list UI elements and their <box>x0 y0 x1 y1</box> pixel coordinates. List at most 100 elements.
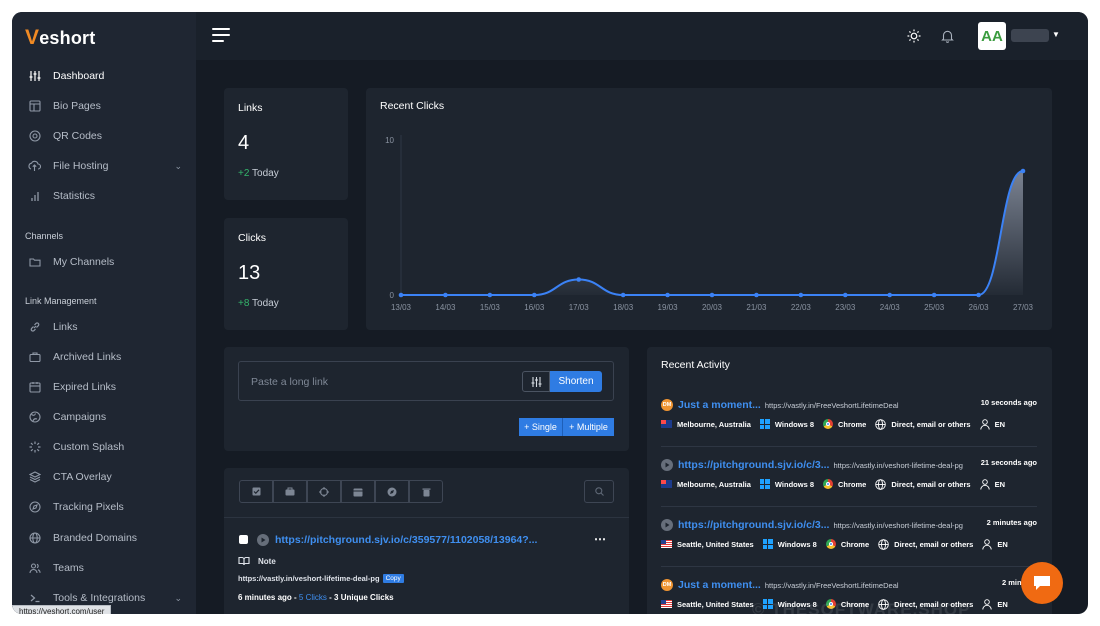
windows-icon <box>759 479 770 489</box>
compass-icon <box>387 487 397 496</box>
sidebar-item-expired-links[interactable]: Expired Links <box>12 374 196 400</box>
logo[interactable]: Veshort <box>25 26 95 50</box>
data-point[interactable] <box>887 292 893 298</box>
cloud-upload-icon <box>28 160 41 173</box>
x-tick-label: 19/03 <box>658 303 679 312</box>
x-tick-label: 27/03 <box>1013 303 1034 312</box>
divider <box>224 517 629 518</box>
data-point[interactable] <box>487 292 493 298</box>
long-link-input[interactable]: Paste a long link Shorten <box>238 361 614 401</box>
activity-referrer: Direct, email or others <box>891 419 971 429</box>
sidebar-item-dashboard[interactable]: Dashboard <box>12 63 196 89</box>
data-point[interactable] <box>931 292 937 298</box>
user-icon <box>982 538 993 550</box>
caret-down-icon[interactable]: ▼ <box>1052 30 1060 39</box>
crosshair-button[interactable] <box>307 480 341 503</box>
activity-link-title[interactable]: Just a moment... <box>678 399 761 411</box>
data-point[interactable] <box>976 292 981 298</box>
calendar-button[interactable] <box>341 480 375 503</box>
activity-divider <box>661 566 1037 567</box>
activity-header: DM Just a moment... https://vastly.in/Fr… <box>661 578 1037 592</box>
sidebar-item-links[interactable]: Links <box>12 314 196 340</box>
globe-icon <box>28 532 41 545</box>
data-point[interactable] <box>576 277 582 282</box>
archive-button[interactable] <box>273 480 307 503</box>
x-tick-label: 14/03 <box>435 303 456 312</box>
multiple-button[interactable]: + Multiple <box>563 418 614 436</box>
sidebar-item-label: Tools & Integrations <box>53 592 146 604</box>
theme-toggle-icon[interactable] <box>907 29 921 46</box>
sidebar-item-cta-overlay[interactable]: CTA Overlay <box>12 464 196 490</box>
activity-short-url: https://vastly.in/veshort-lifetime-deal-… <box>833 520 963 530</box>
sidebar-item-file-hosting[interactable]: File Hosting ⌄ <box>12 153 196 179</box>
shortener-card: Paste a long link Shorten + Single + Mul… <box>224 347 629 451</box>
data-point[interactable] <box>620 292 626 298</box>
username-redacted[interactable] <box>1011 29 1049 42</box>
sidebar-item-qr-codes[interactable]: QR Codes <box>12 123 196 149</box>
data-point[interactable] <box>842 292 848 298</box>
x-tick-label: 13/03 <box>391 303 412 312</box>
options-button[interactable] <box>522 371 550 392</box>
links-stat-label: Links <box>238 102 263 114</box>
x-tick-label: 20/03 <box>702 303 723 312</box>
browser-status-url: https://veshort.com/user <box>12 605 112 614</box>
calendar-icon <box>353 488 363 496</box>
menu-toggle-icon[interactable] <box>212 28 230 42</box>
activity-short-url: https://vastly.in/veshort-lifetime-deal-… <box>833 460 963 470</box>
x-tick-label: 22/03 <box>791 303 812 312</box>
link-note: Note <box>238 556 276 566</box>
link-title[interactable]: https://pitchground.sjv.io/c/359577/1102… <box>275 534 537 546</box>
activity-os: Windows 8 <box>774 479 815 489</box>
link-checkbox[interactable] <box>239 535 248 544</box>
sidebar-item-statistics[interactable]: Statistics <box>12 183 196 209</box>
sidebar-item-tracking-pixels[interactable]: Tracking Pixels <box>12 494 196 520</box>
recent-activity-card: Recent Activity DM Just a moment... http… <box>647 347 1052 614</box>
x-tick-label: 24/03 <box>880 303 901 312</box>
sidebar-item-label: Bio Pages <box>53 100 101 112</box>
activity-link-title[interactable]: https://pitchground.sjv.io/c/3... <box>678 519 829 531</box>
links-stat-value: 4 <box>238 132 250 154</box>
bell-icon[interactable] <box>941 29 954 46</box>
search-button[interactable] <box>584 480 614 503</box>
briefcase-icon <box>285 487 295 496</box>
activity-item: DM Just a moment... https://vastly.in/Fr… <box>661 398 1037 458</box>
clicks-link[interactable]: 5 Clicks <box>299 593 327 602</box>
activity-os: Windows 8 <box>777 539 817 549</box>
compass-button[interactable] <box>375 480 409 503</box>
site-favicon-icon: DM <box>661 579 673 591</box>
shorten-button[interactable]: Shorten <box>550 371 602 392</box>
chat-widget-button[interactable] <box>1021 562 1063 604</box>
sidebar-item-my-channels[interactable]: My Channels <box>12 249 196 275</box>
data-point[interactable] <box>443 292 448 298</box>
sidebar-item-archived-links[interactable]: Archived Links <box>12 344 196 370</box>
data-point[interactable] <box>665 292 670 298</box>
site-favicon-icon: DM <box>661 399 673 411</box>
sidebar-item-bio-pages[interactable]: Bio Pages <box>12 93 196 119</box>
chat-icon <box>1034 576 1050 590</box>
copy-button[interactable]: Copy <box>382 574 404 583</box>
sidebar-item-teams[interactable]: Teams <box>12 555 196 581</box>
delete-button[interactable] <box>409 480 443 503</box>
topbar: AA ▼ <box>196 12 1088 60</box>
activity-link-title[interactable]: https://pitchground.sjv.io/c/3... <box>678 459 829 471</box>
data-point[interactable] <box>531 292 537 298</box>
briefcase-icon <box>28 351 41 364</box>
data-point[interactable] <box>709 292 715 298</box>
activity-browser: Chrome <box>838 419 867 429</box>
data-point[interactable] <box>798 292 804 298</box>
x-tick-label: 16/03 <box>524 303 545 312</box>
single-button[interactable]: + Single <box>519 418 563 436</box>
more-options-icon[interactable]: ⋯ <box>594 532 606 546</box>
data-point[interactable] <box>1020 168 1026 174</box>
activity-language: EN <box>997 539 1008 549</box>
select-all-button[interactable] <box>239 480 273 503</box>
avatar[interactable]: AA <box>978 22 1006 50</box>
activity-header: https://pitchground.sjv.io/c/3... https:… <box>661 518 1037 532</box>
sidebar-item-custom-splash[interactable]: Custom Splash <box>12 434 196 460</box>
sidebar-item-campaigns[interactable]: Campaigns <box>12 404 196 430</box>
data-point[interactable] <box>398 292 404 298</box>
activity-link-title[interactable]: Just a moment... <box>678 579 761 591</box>
data-point[interactable] <box>754 292 759 298</box>
aperture-icon <box>28 130 41 143</box>
sidebar-item-branded-domains[interactable]: Branded Domains <box>12 525 196 551</box>
